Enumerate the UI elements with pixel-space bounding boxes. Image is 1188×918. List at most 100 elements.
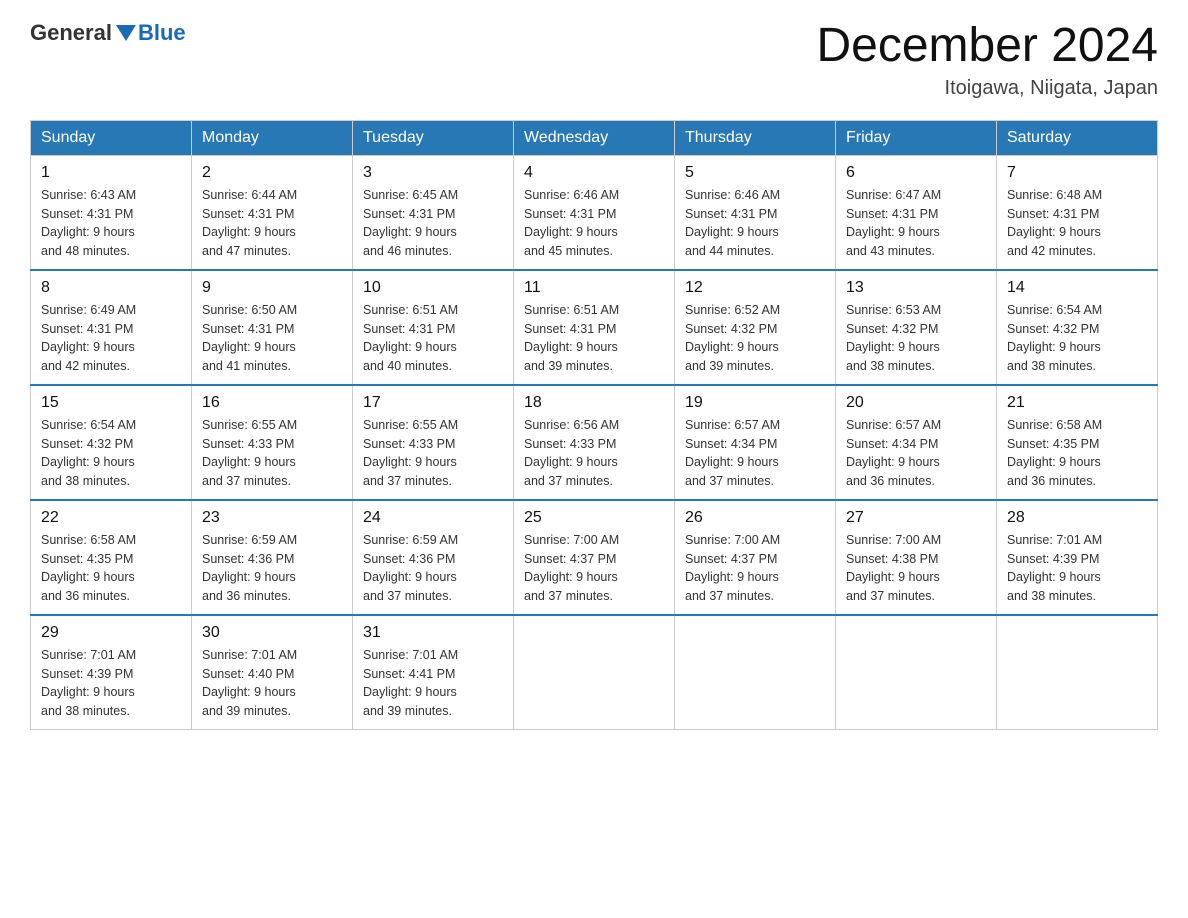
header-tuesday: Tuesday xyxy=(353,120,514,155)
day-number: 15 xyxy=(41,394,181,412)
day-number: 16 xyxy=(202,394,342,412)
day-info: Sunrise: 6:51 AM Sunset: 4:31 PM Dayligh… xyxy=(363,301,503,376)
day-number: 24 xyxy=(363,509,503,527)
calendar-cell: 31 Sunrise: 7:01 AM Sunset: 4:41 PM Dayl… xyxy=(353,615,514,730)
calendar-cell: 15 Sunrise: 6:54 AM Sunset: 4:32 PM Dayl… xyxy=(31,385,192,500)
day-number: 8 xyxy=(41,279,181,297)
calendar-cell xyxy=(514,615,675,730)
calendar-cell: 5 Sunrise: 6:46 AM Sunset: 4:31 PM Dayli… xyxy=(675,155,836,270)
calendar-cell: 13 Sunrise: 6:53 AM Sunset: 4:32 PM Dayl… xyxy=(836,270,997,385)
day-number: 30 xyxy=(202,624,342,642)
day-info: Sunrise: 6:46 AM Sunset: 4:31 PM Dayligh… xyxy=(524,186,664,261)
page-header: General Blue December 2024 Itoigawa, Nii… xyxy=(30,20,1158,100)
calendar-table: Sunday Monday Tuesday Wednesday Thursday… xyxy=(30,120,1158,730)
day-info: Sunrise: 6:57 AM Sunset: 4:34 PM Dayligh… xyxy=(685,416,825,491)
week-row-3: 15 Sunrise: 6:54 AM Sunset: 4:32 PM Dayl… xyxy=(31,385,1158,500)
day-number: 29 xyxy=(41,624,181,642)
day-info: Sunrise: 6:53 AM Sunset: 4:32 PM Dayligh… xyxy=(846,301,986,376)
day-info: Sunrise: 7:01 AM Sunset: 4:40 PM Dayligh… xyxy=(202,646,342,721)
day-info: Sunrise: 6:58 AM Sunset: 4:35 PM Dayligh… xyxy=(1007,416,1147,491)
day-number: 17 xyxy=(363,394,503,412)
calendar-cell: 21 Sunrise: 6:58 AM Sunset: 4:35 PM Dayl… xyxy=(997,385,1158,500)
day-number: 22 xyxy=(41,509,181,527)
day-number: 28 xyxy=(1007,509,1147,527)
day-info: Sunrise: 7:00 AM Sunset: 4:37 PM Dayligh… xyxy=(524,531,664,606)
calendar-cell xyxy=(997,615,1158,730)
calendar-cell: 26 Sunrise: 7:00 AM Sunset: 4:37 PM Dayl… xyxy=(675,500,836,615)
day-number: 27 xyxy=(846,509,986,527)
header-wednesday: Wednesday xyxy=(514,120,675,155)
month-title: December 2024 xyxy=(816,20,1158,73)
day-info: Sunrise: 6:48 AM Sunset: 4:31 PM Dayligh… xyxy=(1007,186,1147,261)
day-info: Sunrise: 6:43 AM Sunset: 4:31 PM Dayligh… xyxy=(41,186,181,261)
calendar-cell: 24 Sunrise: 6:59 AM Sunset: 4:36 PM Dayl… xyxy=(353,500,514,615)
calendar-cell: 25 Sunrise: 7:00 AM Sunset: 4:37 PM Dayl… xyxy=(514,500,675,615)
calendar-cell: 27 Sunrise: 7:00 AM Sunset: 4:38 PM Dayl… xyxy=(836,500,997,615)
calendar-cell: 6 Sunrise: 6:47 AM Sunset: 4:31 PM Dayli… xyxy=(836,155,997,270)
day-number: 6 xyxy=(846,164,986,182)
calendar-cell: 7 Sunrise: 6:48 AM Sunset: 4:31 PM Dayli… xyxy=(997,155,1158,270)
day-number: 7 xyxy=(1007,164,1147,182)
calendar-cell xyxy=(836,615,997,730)
header-saturday: Saturday xyxy=(997,120,1158,155)
day-number: 5 xyxy=(685,164,825,182)
day-number: 19 xyxy=(685,394,825,412)
header-monday: Monday xyxy=(192,120,353,155)
day-info: Sunrise: 6:45 AM Sunset: 4:31 PM Dayligh… xyxy=(363,186,503,261)
calendar-cell: 1 Sunrise: 6:43 AM Sunset: 4:31 PM Dayli… xyxy=(31,155,192,270)
header-sunday: Sunday xyxy=(31,120,192,155)
day-number: 21 xyxy=(1007,394,1147,412)
calendar-cell: 20 Sunrise: 6:57 AM Sunset: 4:34 PM Dayl… xyxy=(836,385,997,500)
day-number: 11 xyxy=(524,279,664,297)
day-info: Sunrise: 6:44 AM Sunset: 4:31 PM Dayligh… xyxy=(202,186,342,261)
calendar-cell: 18 Sunrise: 6:56 AM Sunset: 4:33 PM Dayl… xyxy=(514,385,675,500)
logo-general-text: General xyxy=(30,20,112,46)
day-number: 20 xyxy=(846,394,986,412)
calendar-cell: 11 Sunrise: 6:51 AM Sunset: 4:31 PM Dayl… xyxy=(514,270,675,385)
day-info: Sunrise: 6:57 AM Sunset: 4:34 PM Dayligh… xyxy=(846,416,986,491)
day-info: Sunrise: 6:46 AM Sunset: 4:31 PM Dayligh… xyxy=(685,186,825,261)
location-subtitle: Itoigawa, Niigata, Japan xyxy=(816,77,1158,100)
day-number: 10 xyxy=(363,279,503,297)
day-number: 9 xyxy=(202,279,342,297)
logo-blue-text: Blue xyxy=(138,20,186,46)
day-info: Sunrise: 6:50 AM Sunset: 4:31 PM Dayligh… xyxy=(202,301,342,376)
weekday-header-row: Sunday Monday Tuesday Wednesday Thursday… xyxy=(31,120,1158,155)
day-number: 3 xyxy=(363,164,503,182)
calendar-cell: 14 Sunrise: 6:54 AM Sunset: 4:32 PM Dayl… xyxy=(997,270,1158,385)
calendar-cell: 17 Sunrise: 6:55 AM Sunset: 4:33 PM Dayl… xyxy=(353,385,514,500)
day-number: 18 xyxy=(524,394,664,412)
day-number: 23 xyxy=(202,509,342,527)
day-number: 1 xyxy=(41,164,181,182)
day-info: Sunrise: 6:49 AM Sunset: 4:31 PM Dayligh… xyxy=(41,301,181,376)
day-number: 4 xyxy=(524,164,664,182)
day-number: 14 xyxy=(1007,279,1147,297)
logo: General Blue xyxy=(30,20,186,46)
calendar-cell: 19 Sunrise: 6:57 AM Sunset: 4:34 PM Dayl… xyxy=(675,385,836,500)
calendar-cell: 16 Sunrise: 6:55 AM Sunset: 4:33 PM Dayl… xyxy=(192,385,353,500)
day-info: Sunrise: 6:55 AM Sunset: 4:33 PM Dayligh… xyxy=(363,416,503,491)
day-info: Sunrise: 6:55 AM Sunset: 4:33 PM Dayligh… xyxy=(202,416,342,491)
logo-triangle-icon xyxy=(116,25,136,41)
calendar-cell: 30 Sunrise: 7:01 AM Sunset: 4:40 PM Dayl… xyxy=(192,615,353,730)
day-info: Sunrise: 7:01 AM Sunset: 4:39 PM Dayligh… xyxy=(41,646,181,721)
day-info: Sunrise: 7:01 AM Sunset: 4:41 PM Dayligh… xyxy=(363,646,503,721)
day-info: Sunrise: 7:00 AM Sunset: 4:37 PM Dayligh… xyxy=(685,531,825,606)
day-info: Sunrise: 6:52 AM Sunset: 4:32 PM Dayligh… xyxy=(685,301,825,376)
header-friday: Friday xyxy=(836,120,997,155)
day-number: 2 xyxy=(202,164,342,182)
week-row-5: 29 Sunrise: 7:01 AM Sunset: 4:39 PM Dayl… xyxy=(31,615,1158,730)
calendar-cell: 2 Sunrise: 6:44 AM Sunset: 4:31 PM Dayli… xyxy=(192,155,353,270)
calendar-cell: 4 Sunrise: 6:46 AM Sunset: 4:31 PM Dayli… xyxy=(514,155,675,270)
day-info: Sunrise: 6:56 AM Sunset: 4:33 PM Dayligh… xyxy=(524,416,664,491)
day-info: Sunrise: 6:54 AM Sunset: 4:32 PM Dayligh… xyxy=(1007,301,1147,376)
calendar-cell: 29 Sunrise: 7:01 AM Sunset: 4:39 PM Dayl… xyxy=(31,615,192,730)
day-number: 12 xyxy=(685,279,825,297)
header-thursday: Thursday xyxy=(675,120,836,155)
calendar-cell: 10 Sunrise: 6:51 AM Sunset: 4:31 PM Dayl… xyxy=(353,270,514,385)
week-row-4: 22 Sunrise: 6:58 AM Sunset: 4:35 PM Dayl… xyxy=(31,500,1158,615)
calendar-cell: 8 Sunrise: 6:49 AM Sunset: 4:31 PM Dayli… xyxy=(31,270,192,385)
calendar-cell: 9 Sunrise: 6:50 AM Sunset: 4:31 PM Dayli… xyxy=(192,270,353,385)
week-row-2: 8 Sunrise: 6:49 AM Sunset: 4:31 PM Dayli… xyxy=(31,270,1158,385)
day-number: 26 xyxy=(685,509,825,527)
